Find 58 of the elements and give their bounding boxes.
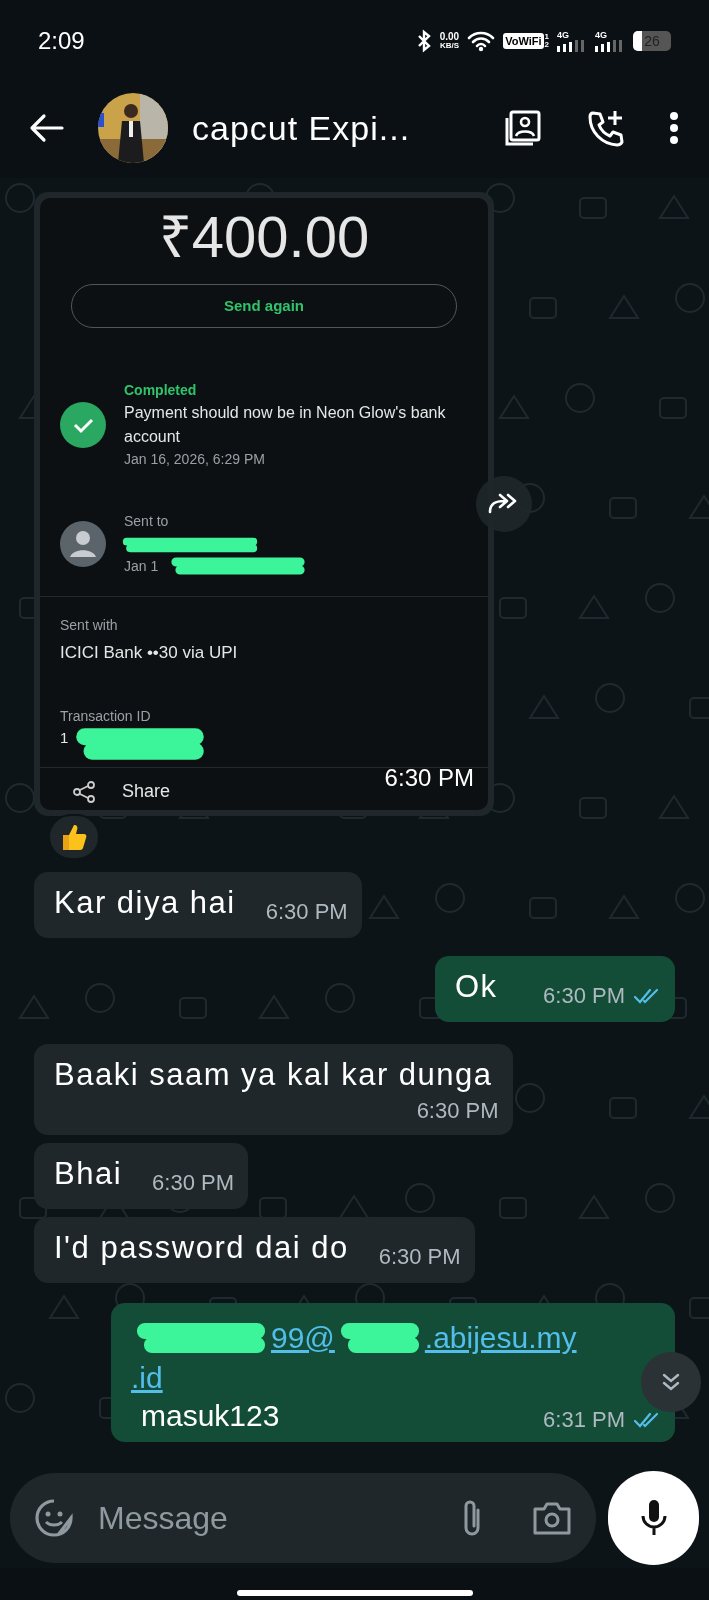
message-bubble[interactable]: Kar diya hai 6:30 PM bbox=[34, 872, 362, 938]
microphone-icon bbox=[639, 1498, 668, 1538]
message-text: masuk123 bbox=[141, 1398, 280, 1434]
payment-status: Completed bbox=[124, 381, 198, 400]
message-text: Bhai bbox=[54, 1155, 123, 1193]
contact-name[interactable]: capcut Expi... bbox=[192, 102, 411, 154]
message-time: 6:30 PM bbox=[416, 1097, 499, 1125]
message-time: 6:30 PM bbox=[265, 898, 348, 926]
message-text: I'd password dai do bbox=[54, 1229, 349, 1267]
message-bubble[interactable]: Baaki saam ya kal kar dunga 6:30 PM bbox=[34, 1044, 513, 1135]
share-label: Share bbox=[122, 780, 171, 803]
check-circle-icon bbox=[60, 402, 106, 448]
transaction-id-value: 1 bbox=[60, 727, 69, 748]
message-time: 6:30 PM bbox=[543, 982, 625, 1010]
image-message[interactable]: ₹400.00 Send again Completed Payment should now be in Neon Glow's bank account Jan 16, 2026, 6:29 PM Sent to Jan 1 Sent with ICICI Bank ••30 via UPI Transaction ID 1 Share 6:30 PM bbox=[34, 192, 494, 816]
bluetooth-icon bbox=[415, 29, 432, 53]
wifi-icon bbox=[467, 30, 496, 52]
camera-icon[interactable] bbox=[532, 1500, 572, 1536]
message-bubble[interactable]: 99@ .abijesu.my .id masuk123 6:31 PM bbox=[111, 1303, 675, 1442]
back-icon[interactable] bbox=[28, 113, 64, 143]
transaction-id-label: Transaction ID bbox=[60, 706, 152, 726]
vowifi-badge: VoWiFi bbox=[503, 32, 544, 50]
message-bubble[interactable]: I'd password dai do 6:30 PM bbox=[34, 1217, 475, 1283]
message-text: Baaki saam ya kal kar dunga bbox=[54, 1056, 494, 1094]
sent-with-value: ICICI Bank ••30 via UPI bbox=[60, 642, 239, 664]
data-rate-value: 0.00 bbox=[439, 32, 460, 42]
message-bubble[interactable]: Ok 6:30 PM bbox=[435, 956, 675, 1022]
payment-amount: ₹400.00 bbox=[158, 203, 370, 271]
sim-number: 1 bbox=[544, 33, 549, 41]
message-time: 6:30 PM bbox=[152, 1169, 234, 1197]
add-call-icon[interactable] bbox=[587, 109, 625, 147]
status-time: 2:09 bbox=[38, 26, 85, 56]
signal-icon bbox=[595, 39, 625, 52]
person-avatar-icon bbox=[60, 521, 106, 567]
sticker-icon[interactable] bbox=[34, 1498, 74, 1538]
message-text: Kar diya hai bbox=[54, 884, 236, 922]
message-composer[interactable]: Message bbox=[10, 1473, 596, 1563]
message-bubble[interactable]: Bhai 6:30 PM bbox=[34, 1143, 248, 1209]
contact-card-icon[interactable] bbox=[503, 108, 543, 148]
sent-to-label: Sent to bbox=[124, 512, 169, 531]
share-icon bbox=[72, 779, 96, 804]
email-link[interactable]: .abijesu.my bbox=[424, 1315, 577, 1360]
sim-number: 2 bbox=[544, 41, 549, 49]
message-time: 6:31 PM bbox=[543, 1406, 625, 1434]
email-link[interactable]: .id bbox=[131, 1360, 163, 1396]
sent-to-date: Jan 1 bbox=[124, 557, 160, 576]
payment-date: Jan 16, 2026, 6:29 PM bbox=[124, 450, 266, 469]
message-time: 6:30 PM bbox=[384, 763, 474, 793]
signal-icon bbox=[557, 39, 587, 52]
payment-status-text: Payment should now be in Neon Glow's bank account bbox=[124, 403, 447, 447]
network-type: 4G bbox=[595, 30, 608, 40]
email-link[interactable]: 99@ bbox=[271, 1315, 335, 1360]
network-type: 4G bbox=[557, 30, 570, 40]
data-rate-unit: KB/S bbox=[439, 42, 459, 50]
message-text: Ok bbox=[455, 968, 498, 1006]
message-time: 6:30 PM bbox=[378, 1243, 461, 1271]
more-options-icon[interactable] bbox=[669, 111, 679, 145]
sent-with-label: Sent with bbox=[60, 616, 119, 635]
